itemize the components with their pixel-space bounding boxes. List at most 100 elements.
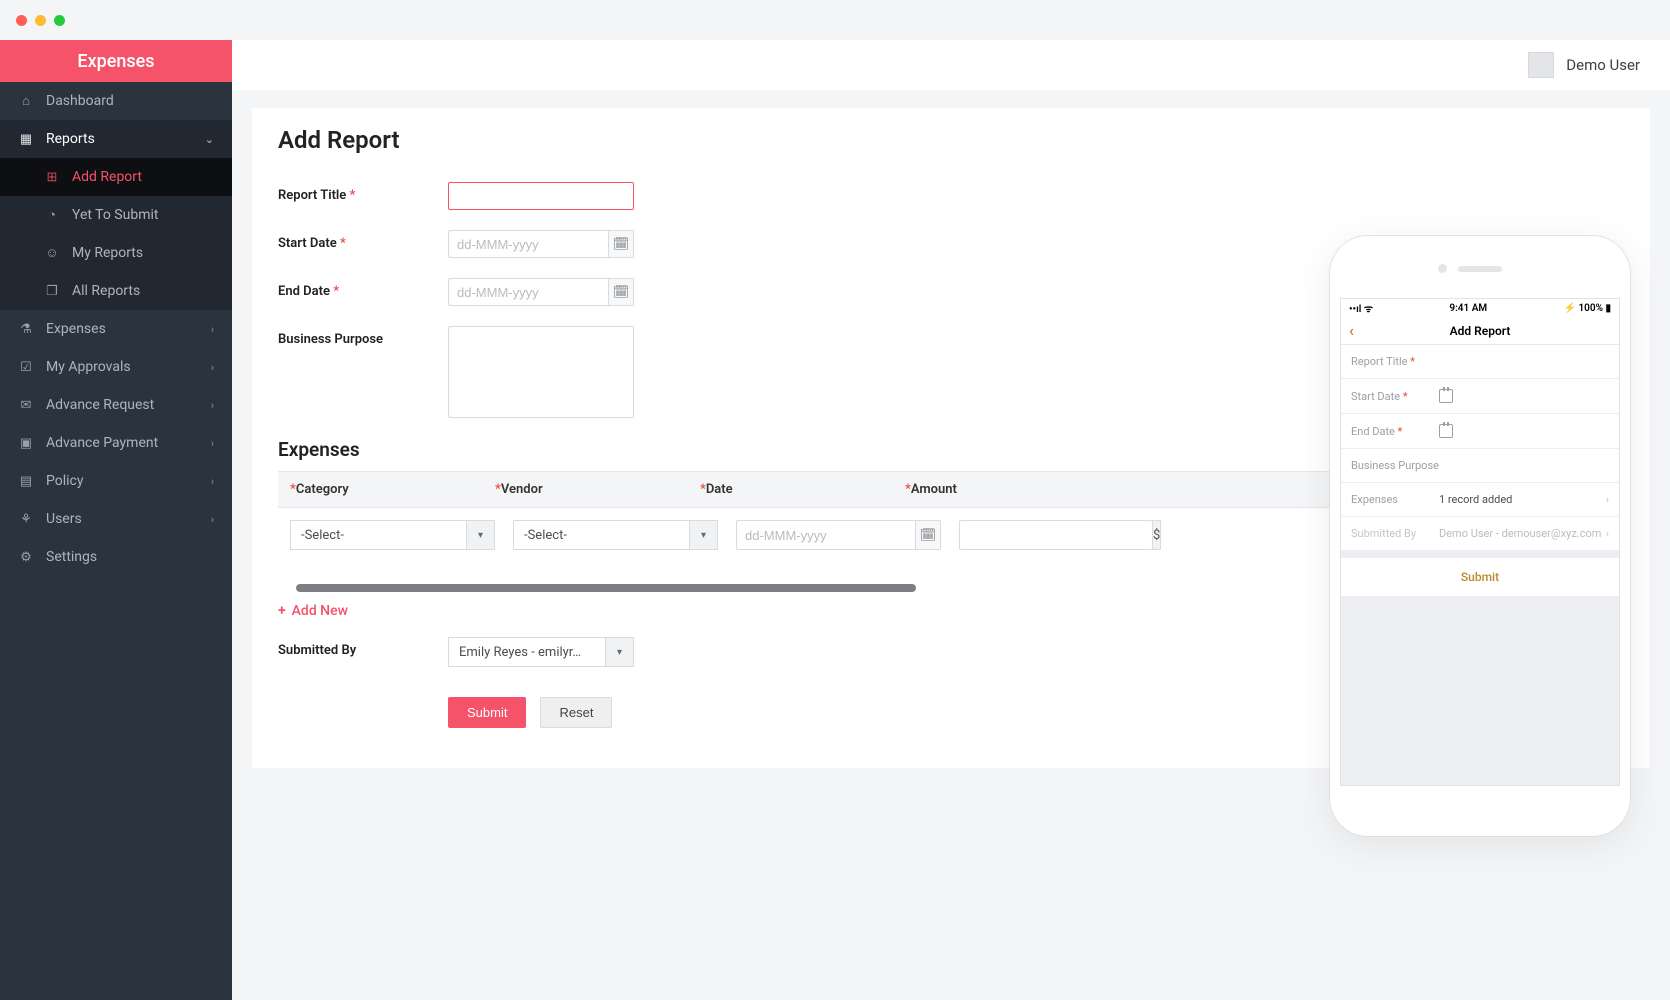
sidebar-item-label: Advance Payment	[46, 435, 158, 451]
sidebar-item-dashboard[interactable]: ⌂ Dashboard	[0, 82, 232, 120]
sidebar-item-label: All Reports	[72, 283, 140, 299]
business-purpose-input[interactable]	[448, 326, 634, 418]
label-business-purpose: Business Purpose	[278, 326, 448, 347]
start-date-input[interactable]	[448, 230, 608, 258]
sidebar-item-label: Yet To Submit	[72, 207, 158, 223]
calendar-icon[interactable]: 🗓	[608, 230, 634, 258]
end-date-input[interactable]	[448, 278, 608, 306]
person-icon: ☺	[44, 245, 60, 261]
sidebar-item-advance-payment[interactable]: ▣ Advance Payment ›	[0, 424, 232, 462]
sidebar-item-users[interactable]: ⚘ Users ›	[0, 500, 232, 538]
sidebar-item-yet-to-submit[interactable]: ◔ Yet To Submit	[0, 196, 232, 234]
report-title-input[interactable]	[448, 182, 634, 210]
chevron-right-icon: ›	[211, 399, 214, 412]
vendor-select[interactable]: -Select- ▾	[513, 520, 718, 550]
dashboard-icon: ⌂	[18, 93, 34, 109]
gear-icon: ⚙	[18, 550, 34, 565]
phone-row-report-title[interactable]: Report Title *	[1341, 345, 1619, 379]
currency-icon[interactable]: $	[1152, 520, 1161, 550]
request-icon: ✉	[18, 398, 34, 413]
phone-header: ‹ Add Report	[1341, 317, 1619, 345]
sidebar-item-advance-request[interactable]: ✉ Advance Request ›	[0, 386, 232, 424]
required-icon: *	[350, 188, 356, 203]
col-category: *Category	[290, 482, 495, 497]
sidebar-item-my-approvals[interactable]: ☑ My Approvals ›	[0, 348, 232, 386]
col-amount: *Amount	[905, 482, 1100, 497]
window-close-icon[interactable]	[16, 15, 27, 26]
chevron-right-icon: ›	[211, 513, 214, 526]
plus-square-icon: ⊞	[44, 170, 60, 185]
chevron-right-icon: ›	[211, 323, 214, 336]
sidebar-item-settings[interactable]: ⚙ Settings	[0, 538, 232, 576]
sidebar-item-label: Add Report	[72, 169, 142, 185]
chevron-right-icon: ›	[211, 475, 214, 488]
topbar: Demo User	[232, 40, 1670, 90]
phone-submit-button[interactable]: Submit	[1341, 557, 1619, 597]
amount-input[interactable]	[959, 520, 1152, 550]
label-start-date: Start Date *	[278, 230, 448, 251]
sidebar-item-reports[interactable]: ▦ Reports ⌄	[0, 120, 232, 158]
category-select[interactable]: -Select- ▾	[290, 520, 495, 550]
policy-icon: ▤	[18, 474, 34, 489]
plus-icon: +	[278, 603, 286, 619]
col-date: *Date	[700, 482, 905, 497]
calendar-icon[interactable]: 🗓	[608, 278, 634, 306]
horizontal-scrollbar[interactable]	[296, 584, 916, 592]
user-name[interactable]: Demo User	[1566, 56, 1640, 74]
sidebar-item-label: My Approvals	[46, 359, 131, 375]
phone-row-submitted-by[interactable]: Submitted By Demo User - demouser@xyz.co…	[1341, 517, 1619, 551]
sidebar-item-add-report[interactable]: ⊞ Add Report	[0, 158, 232, 196]
phone-row-expenses[interactable]: Expenses 1 record added ›	[1341, 483, 1619, 517]
phone-title: Add Report	[1450, 324, 1511, 338]
phone-row-end-date[interactable]: End Date *	[1341, 414, 1619, 449]
window-minimize-icon[interactable]	[35, 15, 46, 26]
avatar[interactable]	[1528, 52, 1554, 78]
phone-row-start-date[interactable]: Start Date *	[1341, 379, 1619, 414]
chevron-right-icon: ›	[211, 361, 214, 374]
phone-status-bar: ••ıl ᯤ 9:41 AM ⚡ 100% ▮	[1341, 299, 1619, 317]
chevron-down-icon: ▾	[605, 638, 633, 666]
phone-mockup: ••ıl ᯤ 9:41 AM ⚡ 100% ▮ ‹ Add Report Rep…	[1330, 236, 1630, 836]
back-icon[interactable]: ‹	[1349, 323, 1354, 339]
add-new-button[interactable]: + Add New	[278, 603, 348, 619]
phone-row-business-purpose[interactable]: Business Purpose	[1341, 449, 1619, 483]
sidebar-item-policy[interactable]: ▤ Policy ›	[0, 462, 232, 500]
submit-button[interactable]: Submit	[448, 697, 526, 728]
window-zoom-icon[interactable]	[54, 15, 65, 26]
signal-icon: ••ıl ᯤ	[1349, 301, 1373, 315]
chevron-right-icon: ›	[1606, 527, 1609, 540]
sidebar-item-label: Reports	[46, 131, 95, 147]
sidebar-item-label: Dashboard	[46, 93, 114, 109]
brand: Expenses	[0, 40, 232, 82]
chevron-down-icon: ▾	[466, 521, 494, 549]
calendar-icon[interactable]: 🗓	[915, 520, 941, 550]
label-report-title: Report Title *	[278, 182, 448, 203]
approval-icon: ☑	[18, 360, 34, 375]
col-vendor: *Vendor	[495, 482, 700, 497]
calendar-icon	[1439, 424, 1453, 438]
phone-battery: ⚡ 100% ▮	[1564, 303, 1611, 314]
sidebar-item-my-reports[interactable]: ☺ My Reports	[0, 234, 232, 272]
sidebar-item-expenses[interactable]: ⚗ Expenses ›	[0, 310, 232, 348]
phone-screen: ••ıl ᯤ 9:41 AM ⚡ 100% ▮ ‹ Add Report Rep…	[1340, 298, 1620, 786]
sidebar-item-all-reports[interactable]: ❐ All Reports	[0, 272, 232, 310]
expense-date-input[interactable]	[736, 520, 915, 550]
window-chrome	[0, 0, 1670, 40]
label-end-date: End Date *	[278, 278, 448, 299]
label-submitted-by: Submitted By	[278, 637, 448, 658]
pending-icon: ◔	[44, 207, 60, 223]
required-icon: *	[340, 236, 346, 251]
sidebar-item-label: Advance Request	[46, 397, 154, 413]
reset-button[interactable]: Reset	[540, 697, 612, 728]
sidebar: Expenses ⌂ Dashboard ▦ Reports ⌄ ⊞ Add R…	[0, 40, 232, 1000]
row-report-title: Report Title *	[278, 182, 1624, 210]
calendar-icon	[1439, 389, 1453, 403]
payment-icon: ▣	[18, 436, 34, 451]
phone-time: 9:41 AM	[1449, 303, 1487, 314]
page-title: Add Report	[278, 126, 1624, 154]
sidebar-item-label: Policy	[46, 473, 84, 489]
chevron-down-icon: ▾	[689, 521, 717, 549]
sidebar-item-label: Users	[46, 511, 82, 527]
submitted-by-select[interactable]: Emily Reyes - emilyr… ▾	[448, 637, 634, 667]
sidebar-item-label: Expenses	[46, 321, 106, 337]
